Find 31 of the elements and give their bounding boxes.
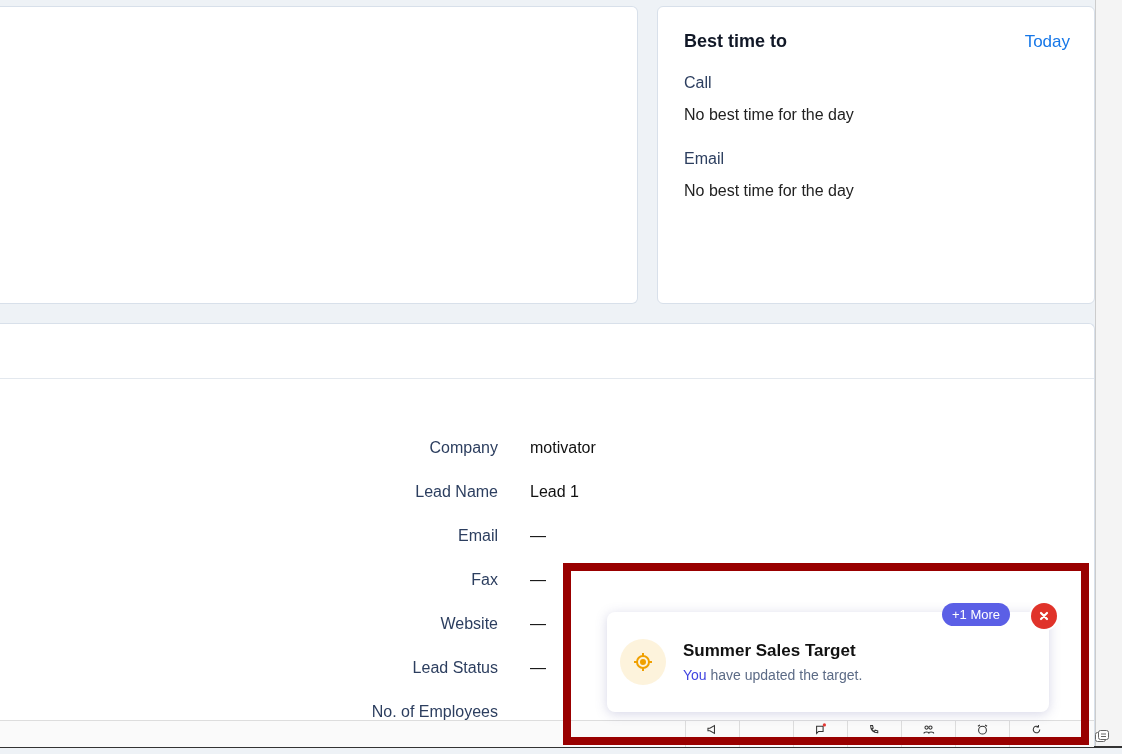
today-link[interactable]: Today <box>1024 31 1070 52</box>
close-icon <box>1039 611 1049 621</box>
field-value: — <box>530 659 546 677</box>
chat-icon[interactable] <box>1094 729 1110 745</box>
field-label: Email <box>457 527 498 545</box>
field-value: — <box>530 615 546 633</box>
notification-message: You have updated the target. <box>683 667 863 683</box>
more-badge[interactable]: +1 More <box>942 603 1011 626</box>
close-button[interactable] <box>1031 603 1057 629</box>
field-label: Lead Name <box>414 483 498 501</box>
phone-icon[interactable] <box>868 723 881 736</box>
field-value: Lead 1 <box>530 483 579 501</box>
card-title: Best time to <box>684 31 788 52</box>
field-value: — <box>530 527 546 545</box>
field-label: Lead Status <box>411 659 498 677</box>
people-icon[interactable] <box>922 723 935 736</box>
field-label: Company <box>428 439 498 457</box>
section-value: No best time for the day <box>684 106 855 124</box>
chat-icon[interactable] <box>814 723 827 736</box>
field-value: motivator <box>530 439 596 457</box>
section-value: No best time for the day <box>684 182 855 200</box>
section-label: Call <box>684 74 713 92</box>
refresh-icon[interactable] <box>1030 723 1043 736</box>
notification-title: Summer Sales Target <box>683 641 857 661</box>
field-label: Website <box>439 615 498 633</box>
field-value: — <box>530 571 546 589</box>
target-icon <box>620 639 666 685</box>
section-label: Email <box>684 150 725 168</box>
field-label: Fax <box>470 571 498 589</box>
alarm-icon[interactable] <box>976 723 989 736</box>
field-label: No. of Employees <box>370 703 498 721</box>
